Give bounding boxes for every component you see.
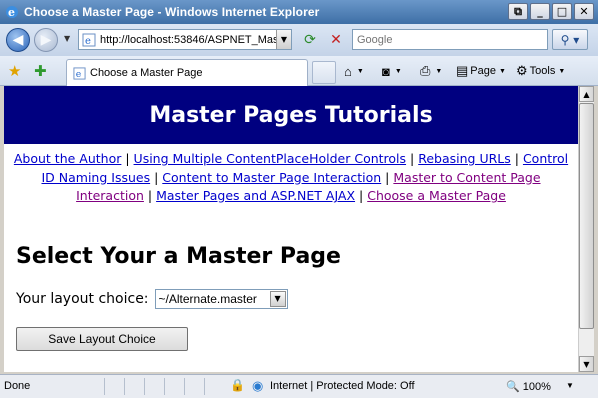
tools-dropdown-icon: ▼ [558,67,566,75]
svg-text:e: e [76,69,82,80]
new-tab-button[interactable] [312,61,336,84]
tab-favicon-icon: e [73,66,86,80]
internet-zone-icon: ◉ [252,378,264,393]
search-icon: ⚲ ▾ [560,32,580,47]
nav-link-multiple-placeholders[interactable]: Using Multiple ContentPlaceHolder Contro… [134,151,407,166]
layout-choice-row: Your layout choice: ~/Alternate.master ▼ [16,288,566,309]
feeds-icon: ◙ [382,63,390,79]
layout-select-value: ~/Alternate.master [158,291,257,306]
scroll-up-icon[interactable]: ▲ [579,86,594,102]
add-favorites-icon[interactable]: ✚ [34,62,47,80]
refresh-icon[interactable]: ⟳ [300,30,320,50]
page-heading: Select Your a Master Page [16,243,341,269]
status-text: Done [4,380,31,392]
window-title: Choose a Master Page - Windows Internet … [24,5,320,19]
page-favicon-icon: e [82,33,96,47]
zoom-value: 100% [522,381,551,393]
gear-icon: ⚙ [516,63,528,78]
status-pane [204,378,224,395]
security-lock-icon[interactable]: 🔒 [230,378,245,392]
feeds-button[interactable]: ◙ ▼ [382,62,402,80]
home-dropdown-icon: ▼ [356,67,364,75]
url-text[interactable]: http://localhost:53846/ASPNET_Mas [100,34,276,46]
print-button[interactable]: ⎙ ▼ [420,62,442,80]
forward-arrow-icon: ▶ [40,32,52,48]
close-button[interactable]: ✕ [574,3,594,20]
tab-choose-master-page[interactable]: e Choose a Master Page [66,59,308,86]
scroll-down-icon[interactable]: ▼ [579,356,594,372]
status-pane [184,378,204,395]
stop-icon[interactable]: ✕ [326,30,346,50]
feeds-dropdown-icon: ▼ [394,67,402,75]
maximize-button[interactable]: □ [552,3,572,20]
ie-logo-icon: e [6,6,18,19]
banner-title: Master Pages Tutorials [149,102,433,128]
tab-command-bar: ★ ✚ e Choose a Master Page ⌂ ▼ ◙ ▼ ⎙ ▼ ▤ Pag… [0,56,598,86]
address-field[interactable]: e http://localhost:53846/ASPNET_Mas ▼ [78,29,292,50]
scroll-thumb[interactable] [579,103,594,329]
vertical-scrollbar[interactable]: ▲ ▼ [578,86,594,372]
security-zone-text[interactable]: Internet | Protected Mode: Off [270,380,415,392]
tutorial-nav: About the Author | Using Multiple Conten… [13,151,569,203]
favorites-star-icon[interactable]: ★ [8,62,21,80]
nav-link-rebasing-urls[interactable]: Rebasing URLs [418,151,511,166]
back-arrow-icon: ◀ [12,32,24,48]
page-menu[interactable]: ▤ Page ▼ [456,62,506,80]
forward-button[interactable]: ▶ [34,28,58,52]
status-bar: Done 🔒 ◉ Internet | Protected Mode: Off … [0,374,598,398]
page-icon: ▤ [456,63,469,78]
address-toolbar: ◀ ▶ ▼ e http://localhost:53846/ASPNET_Ma… [0,24,598,56]
window-controls: ⧉ _ □ ✕ [508,3,594,20]
home-icon: ⌂ [344,63,352,79]
search-input[interactable] [353,30,547,49]
tab-title: Choose a Master Page [90,67,203,79]
status-pane [144,378,164,395]
chevron-down-icon[interactable]: ▼ [269,290,286,307]
save-layout-button-label: Save Layout Choice [48,331,156,346]
status-panes [104,378,224,395]
svg-text:e: e [85,36,91,47]
recent-pages-dropdown-icon[interactable]: ▼ [64,34,70,43]
status-pane [124,378,144,395]
layout-label: Your layout choice: [16,290,149,307]
tools-menu[interactable]: ⚙ Tools ▼ [516,62,565,80]
nav-link-content-to-master[interactable]: Content to Master Page Interaction [162,170,381,185]
nav-link-ajax[interactable]: Master Pages and ASP.NET AJAX [156,188,355,203]
nav-link-about-author[interactable]: About the Author [14,151,122,166]
search-field[interactable] [352,29,548,50]
nav-link-choose-master[interactable]: Choose a Master Page [367,188,506,203]
address-dropdown-icon[interactable]: ▼ [276,30,291,49]
print-dropdown-icon: ▼ [435,67,443,75]
back-button[interactable]: ◀ [6,28,30,52]
page-menu-label: Page [470,65,496,77]
page-viewport: Master Pages Tutorials About the Author … [4,86,578,372]
zoom-dropdown-icon[interactable]: ▼ [566,381,574,390]
svg-text:e: e [8,6,15,19]
print-icon: ⎙ [420,63,431,78]
main-content: Select Your a Master Page Your layout ch… [4,244,578,351]
page-dropdown-icon: ▼ [499,67,506,75]
home-button[interactable]: ⌂ ▼ [344,62,364,80]
save-layout-button[interactable]: Save Layout Choice [16,326,188,351]
layout-select[interactable]: ~/Alternate.master ▼ [154,288,288,309]
status-pane [104,378,124,395]
title-bar: e Choose a Master Page - Windows Interne… [0,0,598,24]
tools-menu-label: Tools [529,65,556,77]
zoom-level[interactable]: 🔍 100% [506,380,551,393]
minimize-button[interactable]: _ [530,3,550,20]
status-pane [164,378,184,395]
restore-icon[interactable]: ⧉ [508,3,528,20]
site-banner: Master Pages Tutorials [4,86,578,144]
search-button[interactable]: ⚲ ▾ [552,29,588,50]
